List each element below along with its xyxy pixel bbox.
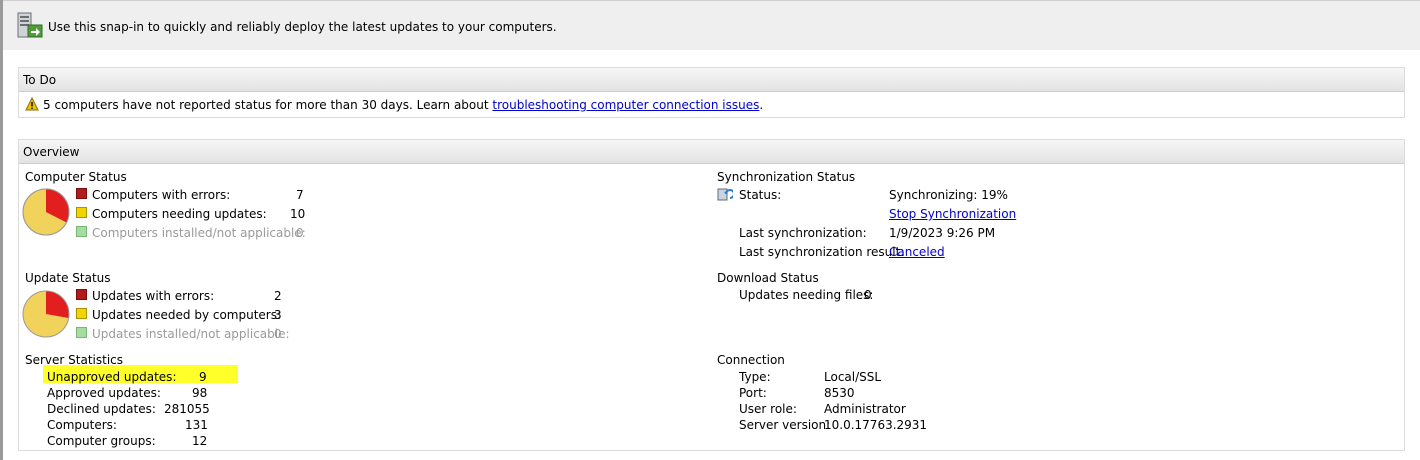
computers-installed-label: Computers installed/not applicable: (92, 226, 306, 240)
updates-needed-value: 3 (274, 308, 282, 322)
computer-groups-label: Computer groups: (47, 434, 156, 448)
computer-status-title: Computer Status (25, 170, 127, 184)
computers-errors-value: 7 (296, 188, 304, 202)
overview-title: Overview (19, 140, 1404, 164)
computers-count-value: 131 (185, 418, 208, 432)
canceled-link[interactable]: Canceled (889, 245, 945, 259)
user-role-value: Administrator (824, 402, 906, 416)
computer-status-pie (22, 188, 70, 236)
errors-swatch (76, 188, 87, 199)
stop-synchronization-link[interactable]: Stop Synchronization (889, 207, 1016, 221)
overview-panel: Overview Computer Status Computers with … (18, 139, 1405, 451)
window-left-border (0, 0, 3, 460)
computers-needing-label: Computers needing updates: (92, 207, 267, 221)
connection-port-label: Port: (739, 386, 767, 400)
last-sync-result-label: Last synchronization result: (739, 245, 905, 259)
todo-message-text: 5 computers have not reported status for… (43, 98, 493, 112)
last-sync-value: 1/9/2023 9:26 PM (889, 226, 996, 240)
snapin-description: Use this snap-in to quickly and reliably… (48, 20, 557, 34)
sync-status-title: Synchronization Status (717, 170, 856, 184)
server-version-label: Server version: (739, 418, 831, 432)
update-errors-swatch (76, 289, 87, 300)
updates-needing-files-value: 0 (864, 288, 872, 302)
user-role-label: User role: (739, 402, 797, 416)
approved-updates-label: Approved updates: (47, 386, 161, 400)
declined-updates-label: Declined updates: (47, 402, 156, 416)
todo-message-suffix: . (759, 98, 764, 112)
updates-needed-label: Updates needed by computers: (92, 308, 282, 322)
snapin-header: Use this snap-in to quickly and reliably… (3, 0, 1420, 50)
updates-errors-value: 2 (274, 289, 282, 303)
update-status-title: Update Status (25, 271, 111, 285)
update-needed-swatch (76, 308, 87, 319)
computers-installed-value: 0 (296, 226, 304, 240)
installed-swatch (76, 226, 87, 237)
update-installed-swatch (76, 327, 87, 338)
unapproved-updates-value: 9 (199, 370, 207, 384)
troubleshooting-link[interactable]: troubleshooting computer connection issu… (492, 98, 759, 112)
declined-updates-value: 281055 (164, 402, 210, 416)
last-sync-label: Last synchronization: (739, 226, 867, 240)
computers-needing-value: 10 (290, 207, 306, 221)
updates-needing-files-label: Updates needing files: (739, 288, 874, 302)
sync-status-label: Status: (739, 188, 782, 202)
computer-groups-value: 12 (192, 434, 208, 448)
sync-status-value: Synchronizing: 19% (889, 188, 1008, 202)
todo-panel: To Do 5 computers have not reported stat… (18, 67, 1405, 118)
connection-type-label: Type: (739, 370, 771, 384)
unapproved-updates-label: Unapproved updates: (47, 370, 177, 384)
update-status-pie (22, 290, 70, 338)
computers-errors-label: Computers with errors: (92, 188, 231, 202)
warning-icon (25, 97, 39, 111)
updates-errors-label: Updates with errors: (92, 289, 215, 303)
approved-updates-value: 98 (192, 386, 208, 400)
todo-message: 5 computers have not reported status for… (43, 98, 763, 112)
download-status-title: Download Status (717, 271, 819, 285)
connection-port-value: 8530 (824, 386, 855, 400)
server-version-value: 10.0.17763.2931 (824, 418, 928, 432)
connection-title: Connection (717, 353, 785, 367)
server-update-icon (17, 12, 43, 38)
connection-type-value: Local/SSL (824, 370, 882, 384)
needed-swatch (76, 207, 87, 218)
sync-icon (717, 188, 733, 201)
updates-installed-label: Updates installed/not applicable: (92, 327, 290, 341)
todo-title: To Do (19, 68, 1404, 92)
updates-installed-value: 0 (274, 327, 282, 341)
computers-count-label: Computers: (47, 418, 117, 432)
